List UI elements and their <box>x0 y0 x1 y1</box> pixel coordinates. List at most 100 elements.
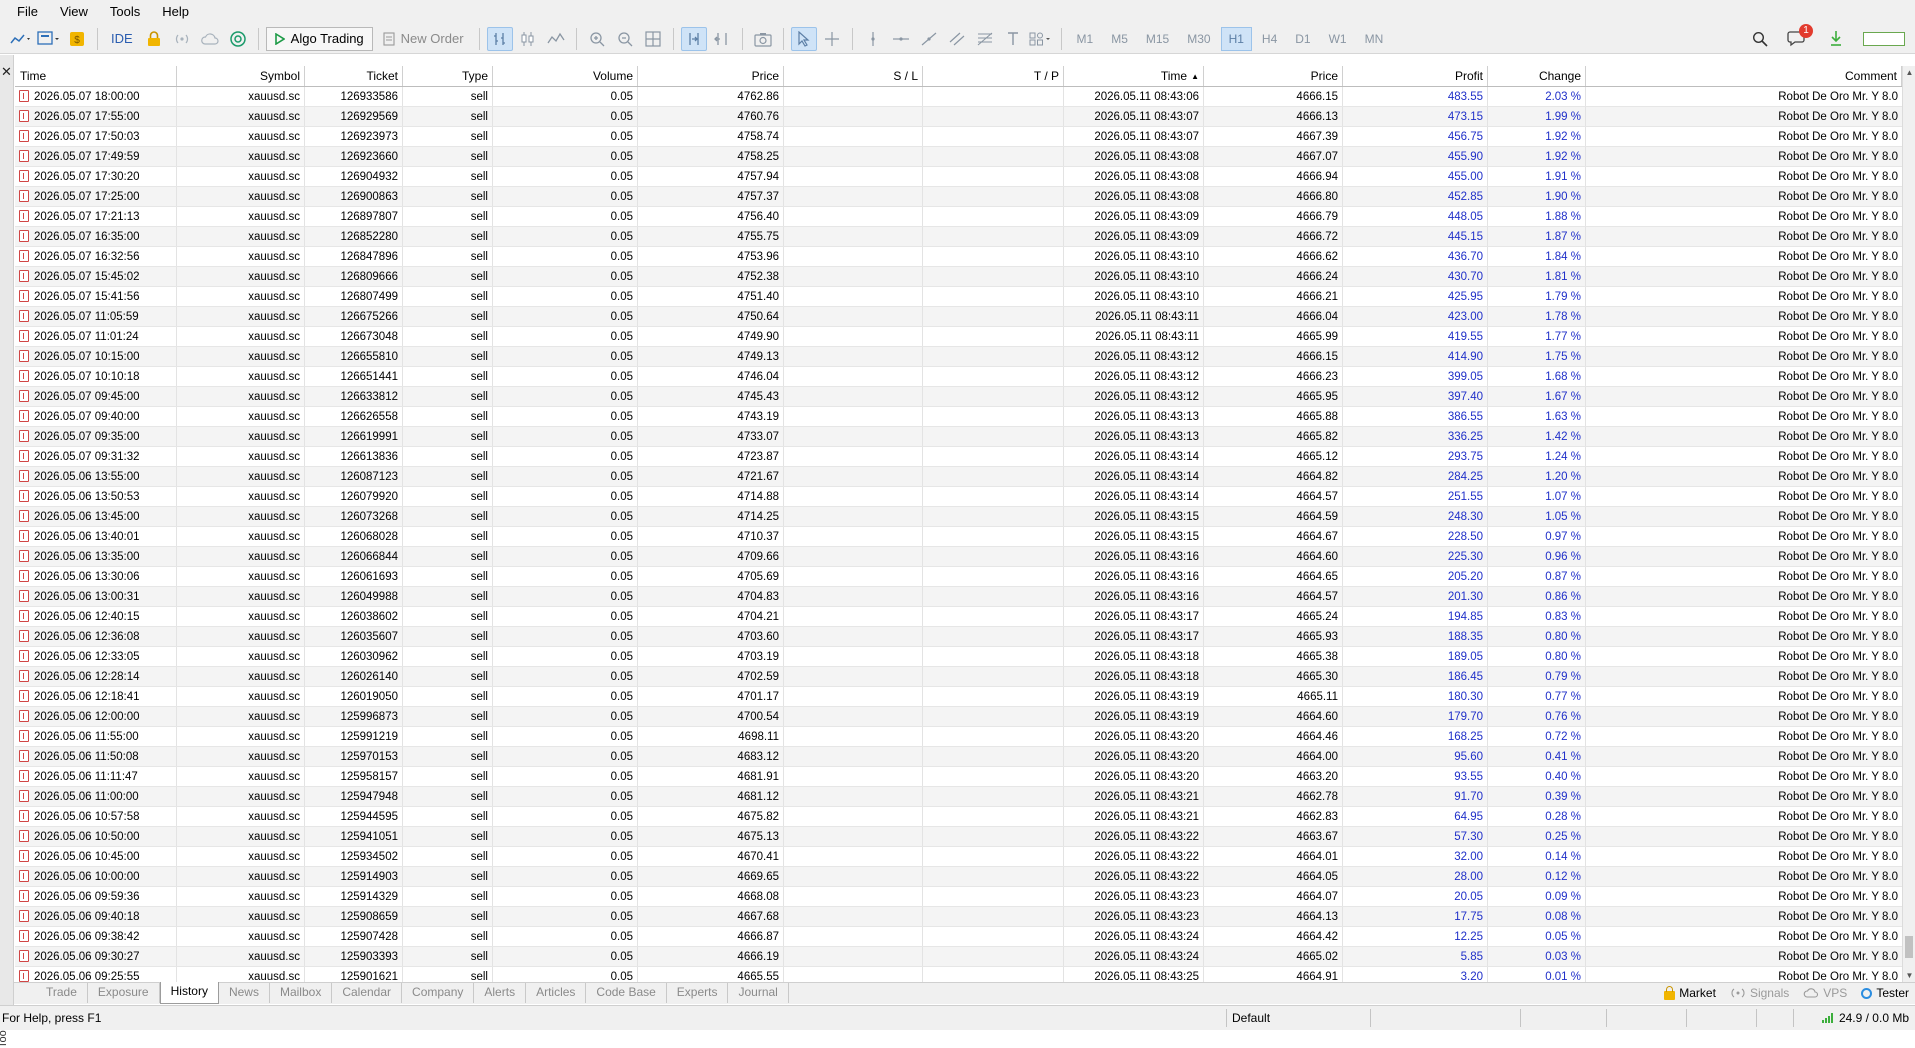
timeframe-m1[interactable]: M1 <box>1069 27 1102 51</box>
algo-trading-button[interactable]: Algo Trading <box>265 26 373 51</box>
market-watch-icon[interactable] <box>225 27 251 51</box>
table-row[interactable]: 2026.05.06 09:38:42 xauusd.sc 125907428 sel… <box>15 927 1902 947</box>
column-header-symbol[interactable]: Symbol <box>177 66 305 86</box>
table-row[interactable]: 2026.05.07 11:05:59 xauusd.sc 126675266 sel… <box>15 307 1902 327</box>
table-row[interactable]: 2026.05.06 09:40:18 xauusd.sc 125908659 sel… <box>15 907 1902 927</box>
menu-view[interactable]: View <box>49 0 99 24</box>
tab-journal[interactable]: Journal <box>728 983 789 1003</box>
table-row[interactable]: 2026.05.07 15:41:56 xauusd.sc 126807499 sel… <box>15 287 1902 307</box>
cloud-icon[interactable] <box>197 27 223 51</box>
column-header-profit[interactable]: Profit <box>1343 66 1488 86</box>
table-row[interactable]: 2026.05.07 17:49:59 xauusd.sc 126923660 sel… <box>15 147 1902 167</box>
timeframe-w1[interactable]: W1 <box>1321 27 1355 51</box>
text-tool-icon[interactable] <box>1000 27 1026 51</box>
download-icon[interactable] <box>1823 27 1849 51</box>
table-row[interactable]: 2026.05.07 10:10:18 xauusd.sc 126651441 sel… <box>15 367 1902 387</box>
table-row[interactable]: 2026.05.07 09:40:00 xauusd.sc 126626558 sel… <box>15 407 1902 427</box>
table-row[interactable]: 2026.05.07 11:01:24 xauusd.sc 126673048 sel… <box>15 327 1902 347</box>
tab-alerts[interactable]: Alerts <box>474 983 527 1003</box>
crosshair-icon[interactable] <box>819 27 845 51</box>
table-row[interactable]: 2026.05.07 17:25:00 xauusd.sc 126900863 sel… <box>15 187 1902 207</box>
tab-experts[interactable]: Experts <box>667 983 729 1003</box>
column-header-type[interactable]: Type <box>403 66 493 86</box>
vertical-line-icon[interactable] <box>860 27 886 51</box>
table-row[interactable]: 2026.05.06 10:45:00 xauusd.sc 125934502 sel… <box>15 847 1902 867</box>
table-row[interactable]: 2026.05.07 15:45:02 xauusd.sc 126809666 sel… <box>15 267 1902 287</box>
connection-status[interactable]: 24.9 / 0.0 Mb <box>1821 1011 1909 1025</box>
timeframe-m30[interactable]: M30 <box>1179 27 1218 51</box>
table-row[interactable]: 2026.05.06 11:00:00 xauusd.sc 125947948 sel… <box>15 787 1902 807</box>
table-row[interactable]: 2026.05.07 16:35:00 xauusd.sc 126852280 sel… <box>15 227 1902 247</box>
tile-windows-icon[interactable] <box>640 27 666 51</box>
table-row[interactable]: 2026.05.06 13:45:00 xauusd.sc 126073268 sel… <box>15 507 1902 527</box>
menu-help[interactable]: Help <box>151 0 200 24</box>
table-row[interactable]: 2026.05.06 12:33:05 xauusd.sc 126030962 sel… <box>15 647 1902 667</box>
dollar-icon[interactable]: $ <box>64 27 90 51</box>
close-icon[interactable]: ✕ <box>1 65 12 78</box>
tester-button[interactable]: Tester <box>1861 986 1909 1000</box>
candlestick-icon[interactable] <box>515 27 541 51</box>
table-row[interactable]: 2026.05.07 16:32:56 xauusd.sc 126847896 sel… <box>15 247 1902 267</box>
column-header-change[interactable]: Change <box>1488 66 1586 86</box>
table-row[interactable]: 2026.05.07 10:15:00 xauusd.sc 126655810 sel… <box>15 347 1902 367</box>
scrollbar-thumb[interactable] <box>1905 936 1913 958</box>
table-row[interactable]: 2026.05.07 17:50:03 xauusd.sc 126923973 sel… <box>15 127 1902 147</box>
auto-scroll-icon[interactable] <box>680 26 707 51</box>
signals-button[interactable]: Signals <box>1730 986 1789 1000</box>
table-row[interactable]: 2026.05.06 09:25:55 xauusd.sc 125901621 sel… <box>15 967 1902 982</box>
table-row[interactable]: 2026.05.06 11:11:47 xauusd.sc 125958157 sel… <box>15 767 1902 787</box>
new-order-button[interactable]: New Order <box>375 27 472 51</box>
table-row[interactable]: 2026.05.07 09:45:00 xauusd.sc 126633812 sel… <box>15 387 1902 407</box>
profiles-icon[interactable] <box>36 27 62 51</box>
timeframe-m5[interactable]: M5 <box>1103 27 1136 51</box>
bar-chart-icon[interactable] <box>486 26 513 51</box>
timeframe-d1[interactable]: D1 <box>1287 27 1318 51</box>
column-header-volume[interactable]: Volume <box>493 66 638 86</box>
table-row[interactable]: 2026.05.06 12:28:14 xauusd.sc 126026140 sel… <box>15 667 1902 687</box>
zoom-in-icon[interactable] <box>584 27 610 51</box>
table-row[interactable]: 2026.05.07 17:21:13 xauusd.sc 126897807 sel… <box>15 207 1902 227</box>
column-header-take-profit[interactable]: T / P <box>923 66 1064 86</box>
scroll-up-icon[interactable]: ▲ <box>1903 66 1915 79</box>
channel-icon[interactable] <box>944 27 970 51</box>
tab-exposure[interactable]: Exposure <box>88 983 160 1003</box>
table-row[interactable]: 2026.05.06 09:59:36 xauusd.sc 125914329 sel… <box>15 887 1902 907</box>
shapes-icon[interactable] <box>1028 27 1054 51</box>
table-row[interactable]: 2026.05.06 10:50:00 xauusd.sc 125941051 sel… <box>15 827 1902 847</box>
fibonacci-icon[interactable] <box>972 27 998 51</box>
menu-file[interactable]: File <box>6 0 49 24</box>
horizontal-line-icon[interactable] <box>888 27 914 51</box>
column-header-price-open[interactable]: Price <box>638 66 784 86</box>
column-header-ticket[interactable]: Ticket <box>305 66 403 86</box>
new-chart-icon[interactable] <box>8 27 34 51</box>
table-row[interactable]: 2026.05.07 17:55:00 xauusd.sc 126929569 sel… <box>15 107 1902 127</box>
tab-history[interactable]: History <box>159 982 219 1004</box>
zoom-out-icon[interactable] <box>612 27 638 51</box>
table-row[interactable]: 2026.05.06 11:50:08 xauusd.sc 125970153 sel… <box>15 747 1902 767</box>
lock-icon[interactable] <box>141 27 167 51</box>
timeframe-h1[interactable]: H1 <box>1220 26 1252 51</box>
menu-tools[interactable]: Tools <box>99 0 151 24</box>
timeframe-mn[interactable]: MN <box>1357 27 1392 51</box>
search-icon[interactable] <box>1747 27 1773 51</box>
table-row[interactable]: 2026.05.06 12:00:00 xauusd.sc 125996873 sel… <box>15 707 1902 727</box>
table-row[interactable]: 2026.05.06 10:00:00 xauusd.sc 125914903 sel… <box>15 867 1902 887</box>
table-row[interactable]: 2026.05.06 11:55:00 xauusd.sc 125991219 sel… <box>15 727 1902 747</box>
table-row[interactable]: 2026.05.07 09:31:32 xauusd.sc 126613836 sel… <box>15 447 1902 467</box>
table-row[interactable]: 2026.05.06 10:57:58 xauusd.sc 125944595 sel… <box>15 807 1902 827</box>
ide-button[interactable]: IDE <box>105 31 139 46</box>
timeframe-m15[interactable]: M15 <box>1138 27 1177 51</box>
table-row[interactable]: 2026.05.07 09:35:00 xauusd.sc 126619991 sel… <box>15 427 1902 447</box>
tab-news[interactable]: News <box>219 983 270 1003</box>
cursor-icon[interactable] <box>790 26 817 51</box>
column-header-time-open[interactable]: Time <box>15 66 177 86</box>
screenshot-icon[interactable] <box>750 27 776 51</box>
scroll-down-icon[interactable]: ▼ <box>1903 969 1915 982</box>
table-row[interactable]: 2026.05.06 12:40:15 xauusd.sc 126038602 sel… <box>15 607 1902 627</box>
tab-articles[interactable]: Articles <box>526 983 587 1003</box>
notifications-button[interactable]: 1 <box>1787 24 1813 50</box>
table-row[interactable]: 2026.05.06 13:00:31 xauusd.sc 126049988 sel… <box>15 587 1902 607</box>
tab-trade[interactable]: Trade <box>36 983 88 1003</box>
table-row[interactable]: 2026.05.07 18:00:00 xauusd.sc 126933586 sel… <box>15 87 1902 107</box>
timeframe-h4[interactable]: H4 <box>1254 27 1285 51</box>
